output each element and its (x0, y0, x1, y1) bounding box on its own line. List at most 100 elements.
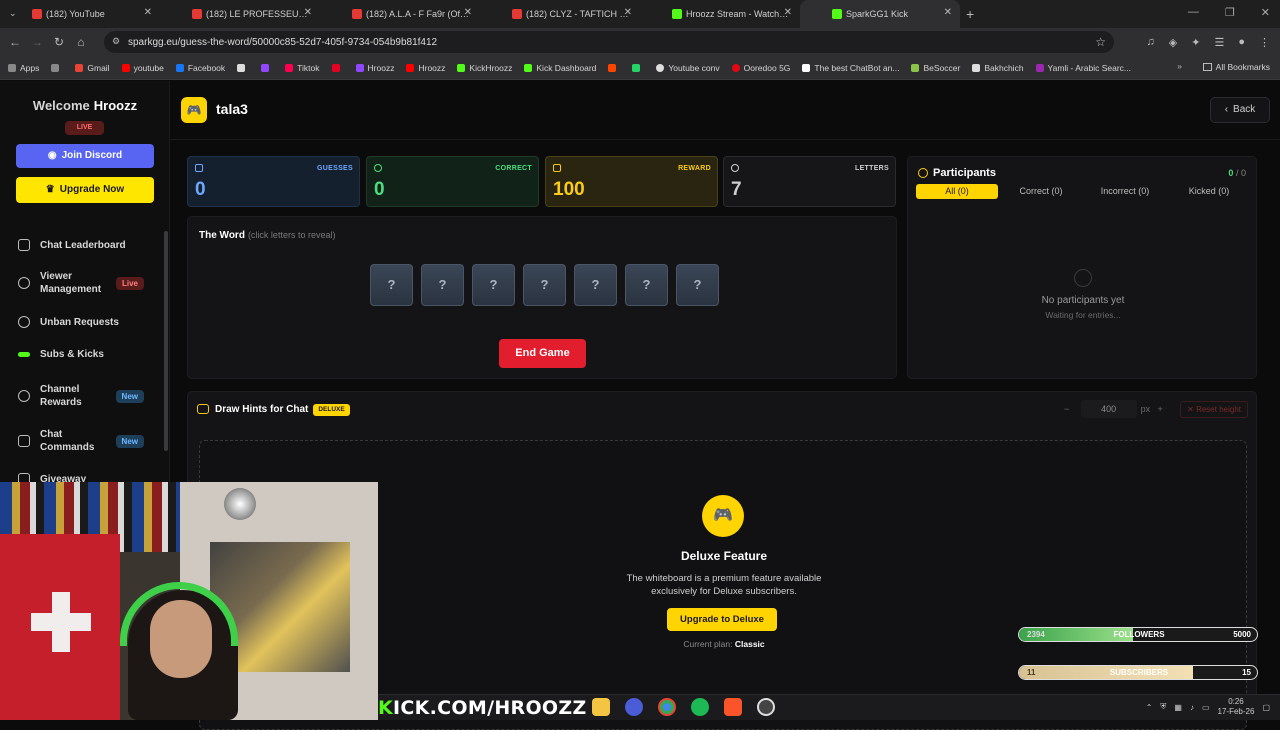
join-discord-button[interactable]: ◉ Join Discord (16, 144, 154, 168)
restore-icon[interactable]: ❐ (1225, 6, 1235, 19)
puzzle-icon[interactable]: ✦ (1191, 36, 1200, 49)
bookmark-item[interactable]: The best ChatBot an... (802, 63, 899, 73)
bookmark-item[interactable]: Youtube conv (656, 63, 720, 73)
obs-icon[interactable] (757, 698, 775, 716)
spotify-icon[interactable] (691, 698, 709, 716)
menu-kebab-icon[interactable]: ⋮ (1259, 36, 1270, 49)
tab-kicked[interactable]: Kicked (0) (1168, 184, 1250, 199)
close-icon[interactable]: ✕ (144, 7, 152, 18)
profile-avatar-icon[interactable]: ● (1238, 36, 1245, 49)
bookmark-item[interactable]: Ooredoo 5G (731, 63, 790, 73)
webcam-overlay (0, 482, 378, 720)
more-bookmarks-icon[interactable]: » (1177, 61, 1182, 71)
bookmark-item[interactable]: youtube (121, 63, 164, 73)
close-icon[interactable]: ✕ (304, 7, 312, 18)
close-icon[interactable]: ✕ (944, 7, 952, 18)
bookmark-item[interactable] (331, 63, 344, 72)
chevron-up-icon[interactable]: ⌃ (1146, 703, 1153, 712)
bookmark-item[interactable] (51, 63, 63, 72)
bookmark-item[interactable]: Bakhchich (972, 63, 1024, 73)
twitch-icon (261, 63, 270, 72)
bookmark-item[interactable] (632, 63, 644, 72)
forward-arrow-icon[interactable]: → (26, 35, 48, 49)
letter-tile[interactable]: ? (625, 264, 668, 306)
end-game-button[interactable]: End Game (499, 339, 586, 368)
bookmark-item[interactable]: Hroozz (355, 63, 394, 73)
tab-correct[interactable]: Correct (0) (1000, 184, 1082, 199)
back-button[interactable]: ‹ Back (1210, 97, 1270, 123)
bookmark-item[interactable] (608, 63, 620, 72)
browser-tab[interactable]: (182) LE PROFESSEUR 👨‍🏫 Ep 04✕ (160, 0, 320, 28)
bookmark-item[interactable]: Gmail (75, 63, 110, 73)
bookmark-item[interactable] (261, 63, 273, 72)
letter-tile[interactable]: ? (472, 264, 515, 306)
sidepanel-icon[interactable]: ☰ (1214, 36, 1224, 49)
antivirus-icon[interactable]: ⛨ (1160, 702, 1166, 712)
sidebar-item-chat-commands[interactable]: Chat Commands New (18, 427, 158, 455)
bookmark-star-icon[interactable]: ☆ (1095, 35, 1106, 49)
url-bar[interactable]: ⚙ sparkgg.eu/guess-the-word/50000c85-52d… (104, 31, 1114, 53)
home-icon[interactable]: ⌂ (70, 35, 92, 49)
letter-tile[interactable]: ? (523, 264, 566, 306)
browser-tab-active[interactable]: SparkGG1 Kick ✕ (800, 0, 960, 28)
file-explorer-icon[interactable] (592, 698, 610, 716)
decrease-height-button[interactable]: − (1057, 404, 1077, 414)
battery-icon[interactable]: ▭ (1202, 703, 1210, 712)
chrome-icon[interactable] (658, 698, 676, 716)
sidebar-item-subs-kicks[interactable]: Subs & Kicks (18, 349, 158, 360)
bookmark-item[interactable]: Yamli - Arabic Searc... (1035, 63, 1131, 73)
network-icon[interactable]: ▦ (1174, 703, 1182, 712)
letter-tile[interactable]: ? (421, 264, 464, 306)
leaderboard-icon (18, 239, 30, 251)
bookmark-item[interactable]: Tiktok (285, 63, 320, 73)
height-input[interactable]: 400 (1080, 400, 1137, 418)
award-icon (18, 390, 30, 402)
minimize-icon[interactable]: — (1188, 6, 1199, 19)
word-title: The Word (click letters to reveal) (199, 230, 335, 241)
system-tray: ⌃ ⛨ ▦ ♪ ▭ 0:26 17-Feb-26 ▢ (1146, 697, 1270, 717)
bookmark-label: Kick Dashboard (536, 62, 597, 73)
letter-tile[interactable]: ? (370, 264, 413, 306)
site-info-icon[interactable]: ⚙ (112, 36, 120, 47)
discord-icon[interactable] (625, 698, 643, 716)
back-arrow-icon[interactable]: ← (4, 35, 26, 49)
sidebar-item-channel-rewards[interactable]: Channel Rewards New (18, 382, 158, 410)
brave-icon[interactable] (724, 698, 742, 716)
upgrade-to-deluxe-button[interactable]: Upgrade to Deluxe (667, 608, 777, 631)
sidebar-item-chat-leaderboard[interactable]: Chat Leaderboard (18, 239, 158, 251)
new-tab-icon[interactable]: + (966, 6, 974, 22)
close-icon[interactable]: ✕ (464, 7, 472, 18)
all-bookmarks[interactable]: All Bookmarks (1202, 62, 1270, 72)
tab-all[interactable]: All (0) (916, 184, 998, 199)
increase-height-button[interactable]: + (1150, 404, 1170, 414)
bookmark-item[interactable]: Hroozz (406, 63, 445, 73)
bookmark-item[interactable]: BeSoccer (911, 63, 960, 73)
close-window-icon[interactable]: ✕ (1261, 6, 1270, 19)
letter-tile[interactable]: ? (574, 264, 617, 306)
clock[interactable]: 0:26 17-Feb-26 (1218, 697, 1255, 717)
sidebar-item-unban-requests[interactable]: Unban Requests (18, 316, 158, 328)
sidebar-item-viewer-management[interactable]: Viewer Management Live (18, 269, 158, 297)
tab-incorrect[interactable]: Incorrect (0) (1084, 184, 1166, 199)
bookmark-item[interactable]: KickHroozz (457, 63, 512, 73)
notification-icon[interactable]: ▢ (1262, 703, 1270, 712)
volume-icon[interactable]: ♪ (1190, 703, 1194, 712)
letter-tile[interactable]: ? (676, 264, 719, 306)
browser-tab[interactable]: (182) A.L.A - F Fa9r (Official Au✕ (320, 0, 480, 28)
browser-tab[interactable]: (182) CLYZ - TAFTICH FEAT. MA✕ (480, 0, 640, 28)
browser-tab[interactable]: (182) YouTube ✕ (0, 0, 160, 28)
browser-tab[interactable]: Hroozz Stream - Watch Live on✕ (640, 0, 800, 28)
bookmark-item[interactable]: Apps (8, 63, 39, 73)
reload-icon[interactable]: ↻ (48, 35, 70, 49)
sidebar-scrollbar[interactable] (164, 231, 168, 451)
bookmark-item[interactable]: Facebook (175, 63, 225, 73)
close-icon[interactable]: ✕ (624, 7, 632, 18)
media-icon[interactable]: ♫ (1147, 36, 1155, 49)
reset-height-button[interactable]: ✕ Reset height (1180, 400, 1248, 418)
extension-icon[interactable]: ◈ (1169, 36, 1177, 49)
bookmark-item[interactable]: Kick Dashboard (524, 63, 596, 73)
upgrade-now-button[interactable]: ♛ Upgrade Now (16, 177, 154, 203)
chatbot-icon (802, 63, 811, 72)
close-icon[interactable]: ✕ (784, 7, 792, 18)
bookmark-item[interactable] (237, 63, 249, 72)
